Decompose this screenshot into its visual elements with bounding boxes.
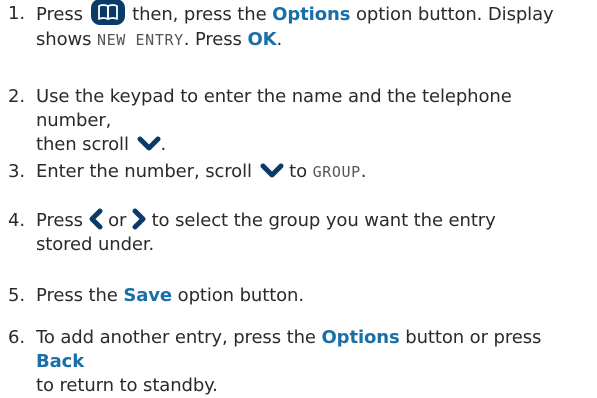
step-number: 2.	[8, 86, 25, 107]
step-text-part: Press	[36, 4, 83, 25]
step-text-part: stored under.	[36, 234, 155, 255]
display-text: NEW ENTRY	[97, 31, 184, 49]
step-text: Press or to select the group you want th…	[36, 208, 592, 257]
options-button-label: Options	[321, 327, 400, 348]
step-text-part: then scroll	[36, 134, 129, 155]
step-text-part: to return to standby.	[36, 375, 218, 396]
save-button-label: Save	[123, 285, 173, 306]
step-text-part: option button. Display	[355, 4, 554, 25]
step-line: Press the Save option button.	[36, 284, 592, 308]
step-text-part: or	[108, 210, 127, 231]
step-text-part: Use the keypad to enter the name and the…	[36, 86, 512, 131]
step-text: Press then, press the Options option but…	[36, 0, 592, 52]
step-number: 6.	[8, 327, 25, 348]
step-line: then scroll .	[36, 133, 592, 157]
step-text-part: then, press the	[132, 4, 267, 25]
step-number: 4.	[8, 210, 25, 231]
options-button-label: Options	[272, 4, 351, 25]
step-line: Press then, press the Options option but…	[36, 0, 592, 28]
step-text-part: to select the group you want the entry	[151, 210, 496, 231]
step-line: Press or to select the group you want th…	[36, 208, 592, 233]
ok-button-label: OK	[247, 29, 277, 50]
display-text: GROUP	[312, 163, 361, 181]
step-line: shows NEW ENTRY. Press OK.	[36, 28, 592, 52]
step-text-part: . Press	[183, 29, 242, 50]
step-text-part: option button.	[177, 285, 304, 306]
step-text-part: Press	[36, 210, 83, 231]
step-text-part: .	[360, 161, 367, 182]
step-number: 1.	[8, 3, 25, 24]
chevron-left-icon	[89, 208, 103, 230]
step-text-part: Press the	[36, 285, 118, 306]
phonebook-button-icon	[90, 0, 125, 25]
step-text-part: button or press	[405, 327, 542, 348]
step-text-part: .	[160, 134, 167, 155]
step-line: to return to standby.	[36, 374, 592, 398]
back-button-label: Back	[36, 351, 85, 372]
step-number: 3.	[8, 161, 25, 182]
chevron-right-icon	[132, 208, 146, 230]
step-text: Enter the number, scroll to GROUP.	[36, 160, 592, 184]
chevron-down-icon	[137, 136, 161, 152]
step-text: To add another entry, press the Options …	[36, 326, 592, 398]
step-text-part: shows	[36, 29, 92, 50]
step-line: Use the keypad to enter the name and the…	[36, 85, 592, 133]
step-number: 5.	[8, 285, 25, 306]
step-line: To add another entry, press the Options …	[36, 326, 592, 374]
step-text: Use the keypad to enter the name and the…	[36, 85, 592, 157]
step-line: stored under.	[36, 233, 592, 257]
step-line: Enter the number, scroll to GROUP.	[36, 160, 592, 184]
step-text-part: .	[276, 29, 283, 50]
step-text: Press the Save option button.	[36, 284, 592, 308]
step-text-part: Enter the number, scroll	[36, 161, 252, 182]
step-text-part: to	[289, 161, 308, 182]
step-text-part: To add another entry, press the	[36, 327, 316, 348]
chevron-down-icon	[260, 163, 284, 179]
